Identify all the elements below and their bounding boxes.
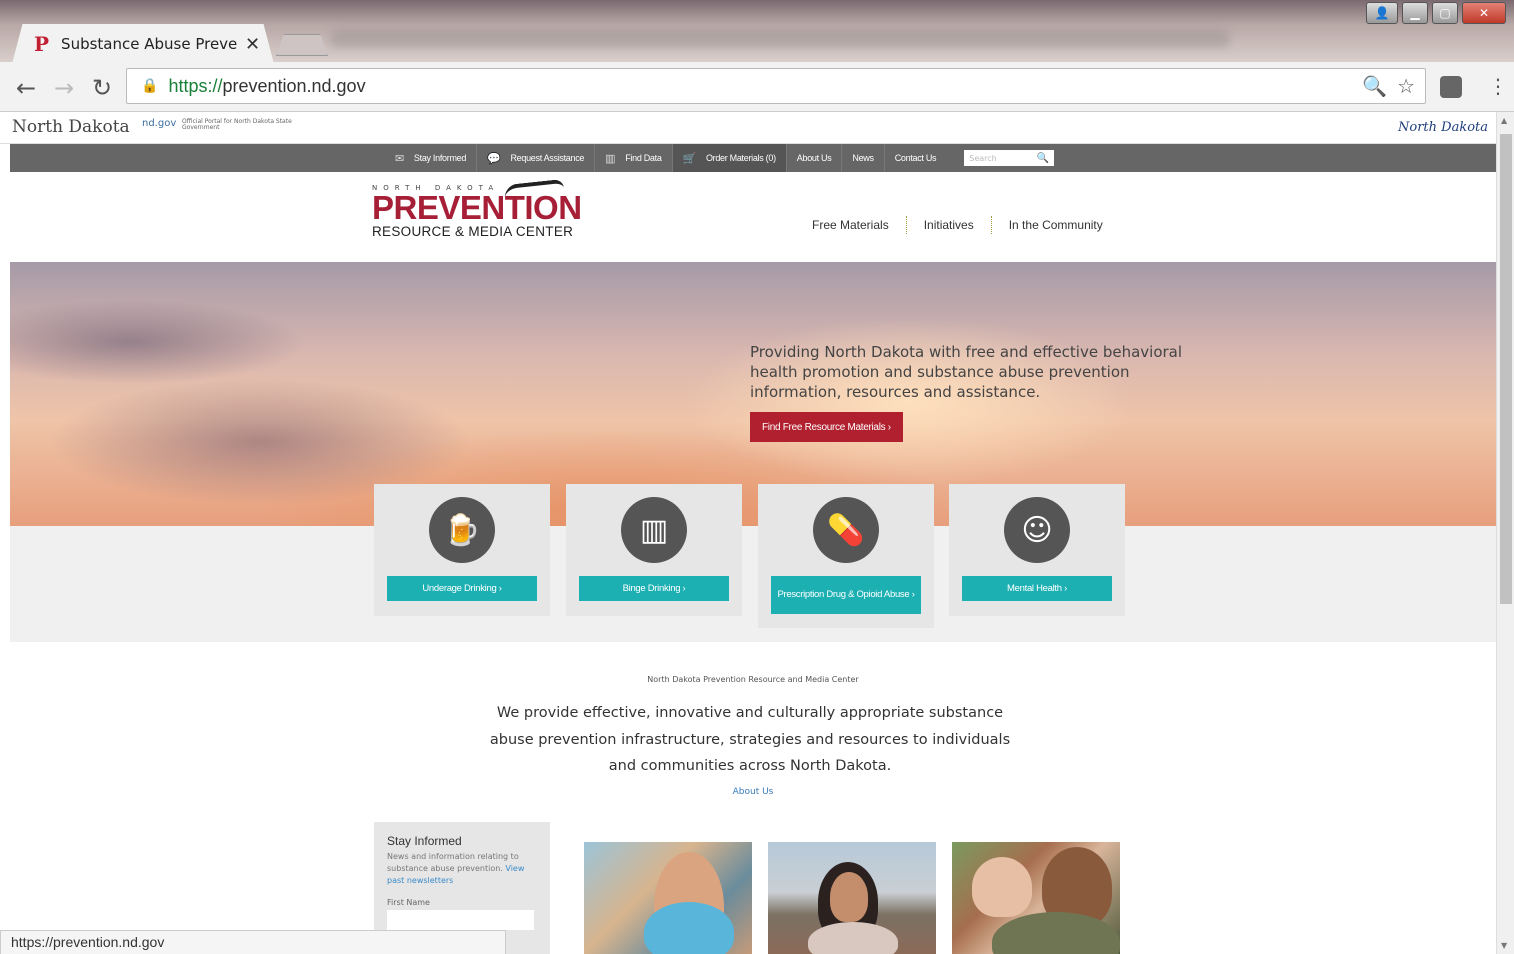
zoom-icon[interactable]: 🔍: [1362, 74, 1387, 98]
util-stay-informed[interactable]: ✉ Stay Informed: [385, 144, 478, 172]
ndgov-logo[interactable]: nd.gov: [142, 118, 176, 129]
tab-title: Substance Abuse Preven: [61, 35, 238, 53]
forward-icon[interactable]: →: [54, 74, 74, 102]
mission-statement: We provide effective, innovative and cul…: [489, 705, 1011, 774]
scroll-up-icon[interactable]: ▲: [1501, 116, 1507, 125]
util-find-data[interactable]: ▥ Find Data: [595, 144, 673, 172]
window-close-button[interactable]: ✕: [1462, 2, 1506, 24]
envelope-icon: ✉: [395, 152, 404, 165]
head-icon: ☺: [1004, 497, 1070, 563]
chart-icon: ▥: [605, 152, 616, 165]
browser-tab[interactable]: P Substance Abuse Preven ✕: [12, 24, 274, 64]
card-binge-drinking[interactable]: ▥ Binge Drinking ›: [566, 484, 742, 616]
mental-health-button[interactable]: Mental Health ›: [962, 576, 1112, 601]
first-name-field[interactable]: [387, 910, 534, 930]
utility-nav: ✉ Stay Informed 💬 Request Assistance ▥ Find…: [10, 144, 1496, 172]
search-input[interactable]: Search 🔍: [964, 150, 1055, 166]
mission-kicker: North Dakota Prevention Resource and Med…: [647, 675, 859, 684]
nav-free-materials[interactable]: Free Materials: [795, 218, 906, 232]
url-text: https://prevention.nd.gov: [168, 75, 366, 96]
first-name-label: First Name: [387, 898, 430, 907]
nav-initiatives[interactable]: Initiatives: [907, 218, 991, 232]
nd-script-logo[interactable]: North Dakota: [1398, 120, 1488, 135]
site-header: NORTH DAKOTA PREVENTION RESOURCE & MEDIA…: [10, 172, 1496, 262]
hero-text: Providing North Dakota with free and eff…: [750, 343, 1183, 401]
underage-drinking-button[interactable]: Underage Drinking ›: [387, 576, 537, 601]
shot-glasses-icon: ▥: [621, 497, 687, 563]
site-logo[interactable]: NORTH DAKOTA PREVENTION RESOURCE & MEDIA…: [372, 178, 582, 239]
state-name[interactable]: North Dakota: [12, 117, 130, 137]
blurred-background: [330, 30, 1230, 48]
prescription-drug-button[interactable]: Prescription Drug & Opioid Abuse ›: [771, 576, 921, 614]
main-nav: Free Materials Initiatives In the Commun…: [795, 216, 1120, 234]
nav-in-the-community[interactable]: In the Community: [992, 218, 1120, 232]
util-order-materials[interactable]: 🛒 Order Materials (0): [672, 144, 787, 172]
cart-icon: 🛒: [682, 152, 697, 165]
browser-toolbar: ← → ↻ 🔒 https://prevention.nd.gov 🔍 ☆ ⋮: [0, 62, 1514, 112]
nd-portal-bar: North Dakota nd.gov Official Portal for …: [0, 112, 1496, 144]
reload-icon[interactable]: ↻: [92, 74, 112, 102]
maximize-button[interactable]: ▢: [1432, 2, 1458, 24]
stay-informed-desc: News and information relating to substan…: [387, 852, 525, 885]
scroll-down-icon[interactable]: ▼: [1501, 941, 1507, 950]
util-news[interactable]: News: [842, 144, 885, 172]
util-contact-us[interactable]: Contact Us: [885, 144, 947, 172]
profile-button[interactable]: 👤: [1366, 2, 1398, 24]
chat-icon: 💬: [487, 152, 501, 165]
minimize-button[interactable]: ▁: [1402, 2, 1428, 24]
util-request-assistance[interactable]: 💬 Request Assistance: [477, 144, 596, 172]
stay-informed-heading: Stay Informed: [387, 834, 462, 848]
card-mental-health[interactable]: ☺ Mental Health ›: [949, 484, 1125, 616]
bookmark-star-icon[interactable]: ☆: [1397, 74, 1415, 98]
new-tab-button[interactable]: [276, 34, 328, 56]
favicon-icon: P: [34, 32, 50, 56]
find-materials-button[interactable]: Find Free Resource Materials ›: [750, 412, 903, 442]
search-icon[interactable]: 🔍: [1037, 153, 1049, 164]
address-bar[interactable]: 🔒 https://prevention.nd.gov 🔍 ☆: [126, 68, 1426, 104]
photo-soldier-baby[interactable]: [952, 842, 1120, 954]
binge-drinking-button[interactable]: Binge Drinking ›: [579, 576, 729, 601]
lock-icon: 🔒: [141, 78, 159, 94]
card-underage-drinking[interactable]: 🍺 Underage Drinking ›: [374, 484, 550, 616]
photo-young-woman[interactable]: [768, 842, 936, 954]
back-icon[interactable]: ←: [16, 74, 36, 102]
about-us-link[interactable]: About Us: [0, 787, 1506, 797]
scroll-thumb[interactable]: [1500, 134, 1512, 604]
status-bar: https://prevention.nd.gov: [0, 930, 506, 954]
pills-icon: 💊: [813, 497, 879, 563]
hero-banner: Providing North Dakota with free and eff…: [10, 262, 1496, 526]
close-icon[interactable]: ✕: [245, 34, 260, 55]
window-titlebar: P Substance Abuse Preven ✕ 👤 ▁ ▢ ✕: [0, 0, 1514, 64]
extension-icon[interactable]: [1440, 76, 1462, 98]
portal-text: Official Portal for North Dakota State G…: [182, 118, 292, 131]
card-prescription-drug[interactable]: 💊 Prescription Drug & Opioid Abuse ›: [758, 484, 934, 628]
menu-icon[interactable]: ⋮: [1488, 74, 1508, 98]
util-about-us[interactable]: About Us: [787, 144, 843, 172]
beer-mug-icon: 🍺: [429, 497, 495, 563]
page-scrollbar[interactable]: ▲ ▼: [1496, 112, 1514, 954]
cards-background: [10, 526, 1496, 642]
photo-child-swing[interactable]: [584, 842, 752, 954]
